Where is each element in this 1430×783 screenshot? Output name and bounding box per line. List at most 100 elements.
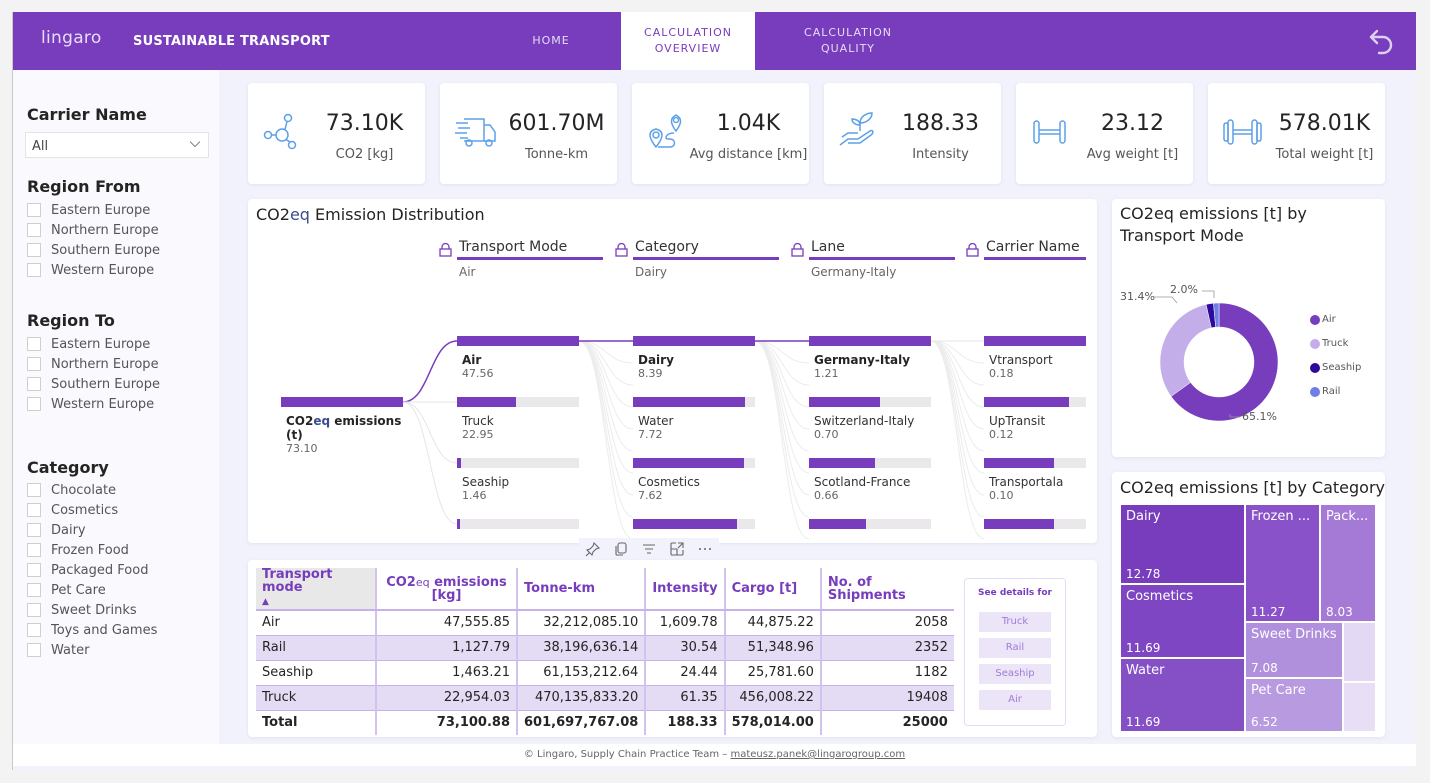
category-option[interactable]: Sweet Drinks bbox=[27, 600, 157, 620]
category-option[interactable]: Cosmetics bbox=[27, 500, 157, 520]
legend-item-air[interactable]: Air bbox=[1310, 314, 1336, 325]
column-header-cargo[interactable]: Cargo [t] bbox=[724, 568, 822, 611]
tree-node[interactable]: Switzerland-Italy 0.70 bbox=[809, 397, 931, 441]
treemap-cell-value: 11.69 bbox=[1126, 641, 1161, 655]
checkbox[interactable] bbox=[27, 377, 41, 391]
node-label: Vtransport bbox=[989, 353, 1053, 367]
treemap-cell-sweet-drinks[interactable]: Sweet Drinks 7.08 bbox=[1245, 622, 1343, 678]
table-row[interactable]: Truck 22,954.03 470,135,833.20 61.35 456… bbox=[256, 685, 954, 711]
checkbox[interactable] bbox=[27, 583, 41, 597]
tree-node[interactable]: Cosmetics 7.62 bbox=[633, 458, 755, 502]
details-air-button[interactable]: Air bbox=[979, 690, 1051, 710]
filter-icon[interactable] bbox=[641, 541, 657, 557]
tree-node[interactable] bbox=[984, 519, 1086, 529]
chevron-down-icon bbox=[190, 141, 200, 148]
table-row[interactable]: Rail 1,127.79 38,196,636.14 30.54 51,348… bbox=[256, 635, 954, 661]
tree-node[interactable] bbox=[457, 519, 579, 529]
region-to-option[interactable]: Northern Europe bbox=[27, 354, 160, 374]
region-to-option[interactable]: Western Europe bbox=[27, 394, 160, 414]
checkbox[interactable] bbox=[27, 523, 41, 537]
back-button[interactable] bbox=[1366, 26, 1398, 58]
nav-tab-home[interactable]: HOME bbox=[501, 12, 601, 70]
tree-node[interactable] bbox=[809, 519, 931, 529]
checkbox[interactable] bbox=[27, 337, 41, 351]
treemap-cell-packaged-food[interactable]: Pack... 8.03 bbox=[1320, 504, 1376, 622]
treemap-cell-frozen-food[interactable]: Frozen ... 11.27 bbox=[1245, 504, 1320, 622]
donut-slice-truck[interactable] bbox=[1159, 304, 1212, 397]
copy-icon[interactable] bbox=[613, 541, 629, 557]
checkbox[interactable] bbox=[27, 543, 41, 557]
tree-node[interactable]: Transportala 0.10 bbox=[984, 458, 1086, 502]
footer-email-link[interactable]: mateusz.panek@lingarogroup.com bbox=[730, 749, 905, 760]
region-to-option[interactable]: Southern Europe bbox=[27, 374, 160, 394]
category-option[interactable]: Pet Care bbox=[27, 580, 157, 600]
level-header-lane[interactable]: Lane Germany-Italy bbox=[791, 239, 955, 279]
pin-icon[interactable] bbox=[585, 541, 601, 557]
treemap-cell-chocolate[interactable] bbox=[1343, 622, 1376, 682]
column-header-intensity[interactable]: Intensity bbox=[645, 568, 726, 611]
region-from-option[interactable]: Southern Europe bbox=[27, 240, 160, 260]
tree-node[interactable]: Air 47.56 bbox=[457, 336, 579, 380]
treemap-cell-cosmetics[interactable]: Cosmetics 11.69 bbox=[1120, 584, 1245, 658]
kpi-label: Tonne-km bbox=[524, 147, 589, 162]
region-from-option[interactable]: Western Europe bbox=[27, 260, 160, 280]
more-options-icon[interactable] bbox=[697, 541, 713, 557]
category-option[interactable]: Frozen Food bbox=[27, 540, 157, 560]
carrier-name-dropdown[interactable]: All bbox=[25, 132, 209, 158]
checkbox[interactable] bbox=[27, 643, 41, 657]
tree-node[interactable]: UpTransit 0.12 bbox=[984, 397, 1086, 441]
treemap-cell-toys-and-games[interactable] bbox=[1343, 682, 1376, 732]
column-header-co2eq-emissions[interactable]: CO2eq emissions [kg] bbox=[376, 568, 518, 611]
column-header-shipments[interactable]: No. of Shipments bbox=[820, 568, 954, 611]
region-from-option[interactable]: Eastern Europe bbox=[27, 200, 160, 220]
nav-tab-calculation-quality[interactable]: CALCULATION QUALITY bbox=[775, 12, 921, 70]
checkbox[interactable] bbox=[27, 503, 41, 517]
tree-node[interactable]: Water 7.72 bbox=[633, 397, 755, 441]
tree-node[interactable]: Scotland-France 0.66 bbox=[809, 458, 931, 502]
category-option[interactable]: Packaged Food bbox=[27, 560, 157, 580]
checkbox[interactable] bbox=[27, 603, 41, 617]
table-row[interactable]: Seaship 1,463.21 61,153,212.64 24.44 25,… bbox=[256, 660, 954, 686]
legend-item-seaship[interactable]: Seaship bbox=[1310, 362, 1361, 373]
legend-item-rail[interactable]: Rail bbox=[1310, 386, 1340, 397]
category-option[interactable]: Water bbox=[27, 640, 157, 660]
category-option[interactable]: Dairy bbox=[27, 520, 157, 540]
table-row[interactable]: Air 47,555.85 32,212,085.10 1,609.78 44,… bbox=[256, 610, 954, 636]
checkbox[interactable] bbox=[27, 623, 41, 637]
checkbox[interactable] bbox=[27, 483, 41, 497]
level-name: Carrier Name bbox=[984, 239, 1086, 260]
column-header-transport-mode[interactable]: Transport mode ▲ bbox=[256, 568, 377, 611]
tree-root-node[interactable]: CO2eq emissions (t) 73.10 bbox=[281, 397, 403, 455]
visual-header-toolbar bbox=[579, 538, 719, 560]
category-option[interactable]: Toys and Games bbox=[27, 620, 157, 640]
tree-node[interactable]: Germany-Italy 1.21 bbox=[809, 336, 931, 380]
details-seaship-button[interactable]: Seaship bbox=[979, 664, 1051, 684]
tree-node[interactable]: Truck 22.95 bbox=[457, 397, 579, 441]
tree-node[interactable]: Dairy 8.39 bbox=[633, 336, 755, 380]
focus-mode-icon[interactable] bbox=[669, 541, 685, 557]
column-header-tonne-km[interactable]: Tonne-km bbox=[517, 568, 647, 611]
treemap-cell-pet-care[interactable]: Pet Care 6.52 bbox=[1245, 678, 1343, 732]
checkbox[interactable] bbox=[27, 563, 41, 577]
details-rail-button[interactable]: Rail bbox=[979, 638, 1051, 658]
checkbox[interactable] bbox=[27, 223, 41, 237]
checkbox[interactable] bbox=[27, 203, 41, 217]
level-header-transport-mode[interactable]: Transport Mode Air bbox=[439, 239, 603, 279]
region-from-option[interactable]: Northern Europe bbox=[27, 220, 160, 240]
tree-node[interactable]: Seaship 1.46 bbox=[457, 458, 579, 502]
checkbox[interactable] bbox=[27, 263, 41, 277]
nav-tab-calculation-overview[interactable]: CALCULATION OVERVIEW bbox=[621, 12, 755, 70]
checkbox[interactable] bbox=[27, 243, 41, 257]
details-truck-button[interactable]: Truck bbox=[979, 612, 1051, 632]
tree-node[interactable] bbox=[633, 519, 755, 529]
checkbox[interactable] bbox=[27, 357, 41, 371]
legend-item-truck[interactable]: Truck bbox=[1310, 338, 1348, 349]
treemap-cell-water[interactable]: Water 11.69 bbox=[1120, 658, 1245, 732]
level-header-carrier-name[interactable]: Carrier Name bbox=[966, 239, 1086, 265]
level-header-category[interactable]: Category Dairy bbox=[615, 239, 779, 279]
checkbox[interactable] bbox=[27, 397, 41, 411]
category-option[interactable]: Chocolate bbox=[27, 480, 157, 500]
tree-node[interactable]: Vtransport 0.18 bbox=[984, 336, 1086, 380]
region-to-option[interactable]: Eastern Europe bbox=[27, 334, 160, 354]
treemap-cell-dairy[interactable]: Dairy 12.78 bbox=[1120, 504, 1245, 584]
